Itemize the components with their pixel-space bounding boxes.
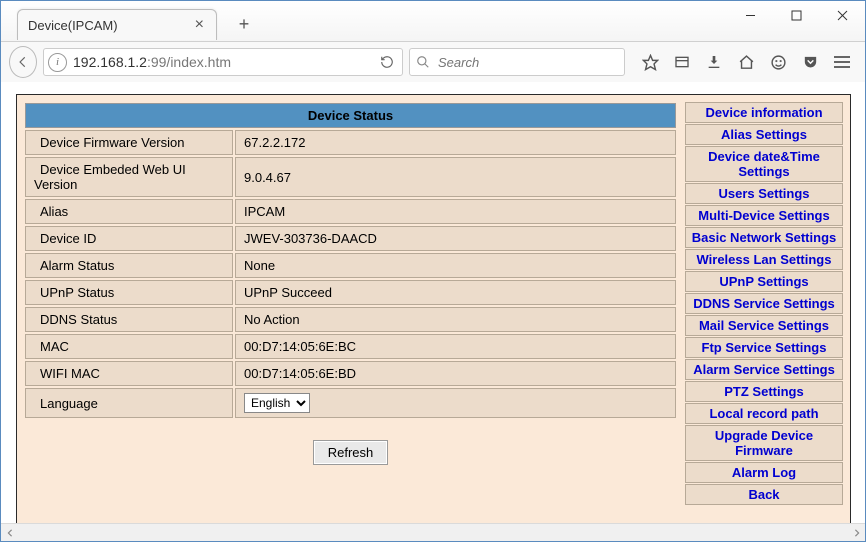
row-label: Device ID	[25, 226, 233, 251]
menu-wireless-lan-settings[interactable]: Wireless Lan Settings	[690, 252, 838, 267]
page-frame: Device Status Device Firmware Version67.…	[16, 94, 851, 524]
side-menu-table: Device information Alias Settings Device…	[684, 101, 844, 506]
table-row: MAC00:D7:14:05:6E:BC	[25, 334, 676, 359]
row-value: No Action	[235, 307, 676, 332]
bookmark-star-icon[interactable]	[635, 48, 665, 76]
row-value: UPnP Succeed	[235, 280, 676, 305]
url-text: 192.168.1.2:99/index.htm	[73, 54, 370, 70]
menu-multi-device-settings[interactable]: Multi-Device Settings	[690, 208, 838, 223]
table-row: AliasIPCAM	[25, 199, 676, 224]
scroll-right-icon[interactable]	[848, 524, 865, 541]
horizontal-scrollbar[interactable]	[1, 523, 865, 541]
table-row: Device IDJWEV-303736-DAACD	[25, 226, 676, 251]
reload-icon[interactable]	[376, 55, 398, 69]
main-column: Device Status Device Firmware Version67.…	[23, 101, 678, 517]
row-label: UPnP Status	[25, 280, 233, 305]
row-label: Alias	[25, 199, 233, 224]
table-row: Language English	[25, 388, 676, 418]
minimize-button[interactable]	[727, 1, 773, 29]
row-label: DDNS Status	[25, 307, 233, 332]
navbar: i 192.168.1.2:99/index.htm	[1, 42, 865, 83]
row-label: Language	[25, 388, 233, 418]
row-value: JWEV-303736-DAACD	[235, 226, 676, 251]
viewport: Device Status Device Firmware Version67.…	[1, 82, 865, 524]
table-row: Device Embeded Web UI Version9.0.4.67	[25, 157, 676, 197]
row-label: Device Embeded Web UI Version	[25, 157, 233, 197]
table-row: UPnP StatusUPnP Succeed	[25, 280, 676, 305]
hamburger-icon	[834, 56, 850, 68]
table-row: Device Firmware Version67.2.2.172	[25, 130, 676, 155]
library-icon[interactable]	[667, 48, 697, 76]
window-controls	[727, 1, 865, 29]
titlebar: Device(IPCAM) × +	[1, 1, 865, 42]
row-value: None	[235, 253, 676, 278]
menu-alarm-service-settings[interactable]: Alarm Service Settings	[690, 362, 838, 377]
close-tab-icon[interactable]: ×	[193, 17, 206, 33]
menu-alias-settings[interactable]: Alias Settings	[690, 127, 838, 142]
downloads-icon[interactable]	[699, 48, 729, 76]
address-bar[interactable]: i 192.168.1.2:99/index.htm	[43, 48, 403, 76]
refresh-button[interactable]: Refresh	[313, 440, 389, 465]
row-value: 00:D7:14:05:6E:BC	[235, 334, 676, 359]
table-row: Alarm StatusNone	[25, 253, 676, 278]
site-info-icon[interactable]: i	[48, 53, 67, 72]
menu-device-information[interactable]: Device information	[690, 105, 838, 120]
row-value: IPCAM	[235, 199, 676, 224]
back-button[interactable]	[9, 46, 37, 78]
search-box[interactable]	[409, 48, 625, 76]
table-row: DDNS StatusNo Action	[25, 307, 676, 332]
menu-ptz-settings[interactable]: PTZ Settings	[690, 384, 838, 399]
maximize-button[interactable]	[773, 1, 819, 29]
menu-date-time-settings[interactable]: Device date&Time Settings	[690, 149, 838, 179]
menu-alarm-log[interactable]: Alarm Log	[690, 465, 838, 480]
pocket-icon[interactable]	[795, 48, 825, 76]
menu-button[interactable]	[827, 48, 857, 76]
search-icon	[416, 55, 430, 69]
menu-users-settings[interactable]: Users Settings	[690, 186, 838, 201]
smiley-icon[interactable]	[763, 48, 793, 76]
row-label: Device Firmware Version	[25, 130, 233, 155]
toolbar-icons	[635, 48, 857, 76]
row-label: Alarm Status	[25, 253, 233, 278]
row-label: WIFI MAC	[25, 361, 233, 386]
browser-tab[interactable]: Device(IPCAM) ×	[17, 9, 217, 40]
table-row: WIFI MAC00:D7:14:05:6E:BD	[25, 361, 676, 386]
row-value: 67.2.2.172	[235, 130, 676, 155]
menu-ddns-service-settings[interactable]: DDNS Service Settings	[690, 296, 838, 311]
scroll-left-icon[interactable]	[1, 524, 18, 541]
menu-ftp-service-settings[interactable]: Ftp Service Settings	[690, 340, 838, 355]
side-menu: Device information Alias Settings Device…	[684, 101, 844, 517]
menu-basic-network-settings[interactable]: Basic Network Settings	[690, 230, 838, 245]
menu-upnp-settings[interactable]: UPnP Settings	[690, 274, 838, 289]
browser-window: Device(IPCAM) × + i 192.168.1.2:99/index…	[0, 0, 866, 542]
close-window-button[interactable]	[819, 1, 865, 29]
search-input[interactable]	[436, 54, 618, 71]
language-cell: English	[235, 388, 676, 418]
row-value: 9.0.4.67	[235, 157, 676, 197]
row-label: MAC	[25, 334, 233, 359]
menu-local-record-path[interactable]: Local record path	[690, 406, 838, 421]
tab-title: Device(IPCAM)	[28, 18, 193, 33]
home-icon[interactable]	[731, 48, 761, 76]
device-status-table: Device Status Device Firmware Version67.…	[23, 101, 678, 471]
scroll-track[interactable]	[18, 524, 848, 541]
menu-back[interactable]: Back	[690, 487, 838, 502]
new-tab-button[interactable]: +	[233, 13, 255, 35]
table-heading: Device Status	[25, 103, 676, 128]
menu-upgrade-firmware[interactable]: Upgrade Device Firmware	[690, 428, 838, 458]
row-value: 00:D7:14:05:6E:BD	[235, 361, 676, 386]
language-select[interactable]: English	[244, 393, 310, 413]
menu-mail-service-settings[interactable]: Mail Service Settings	[690, 318, 838, 333]
